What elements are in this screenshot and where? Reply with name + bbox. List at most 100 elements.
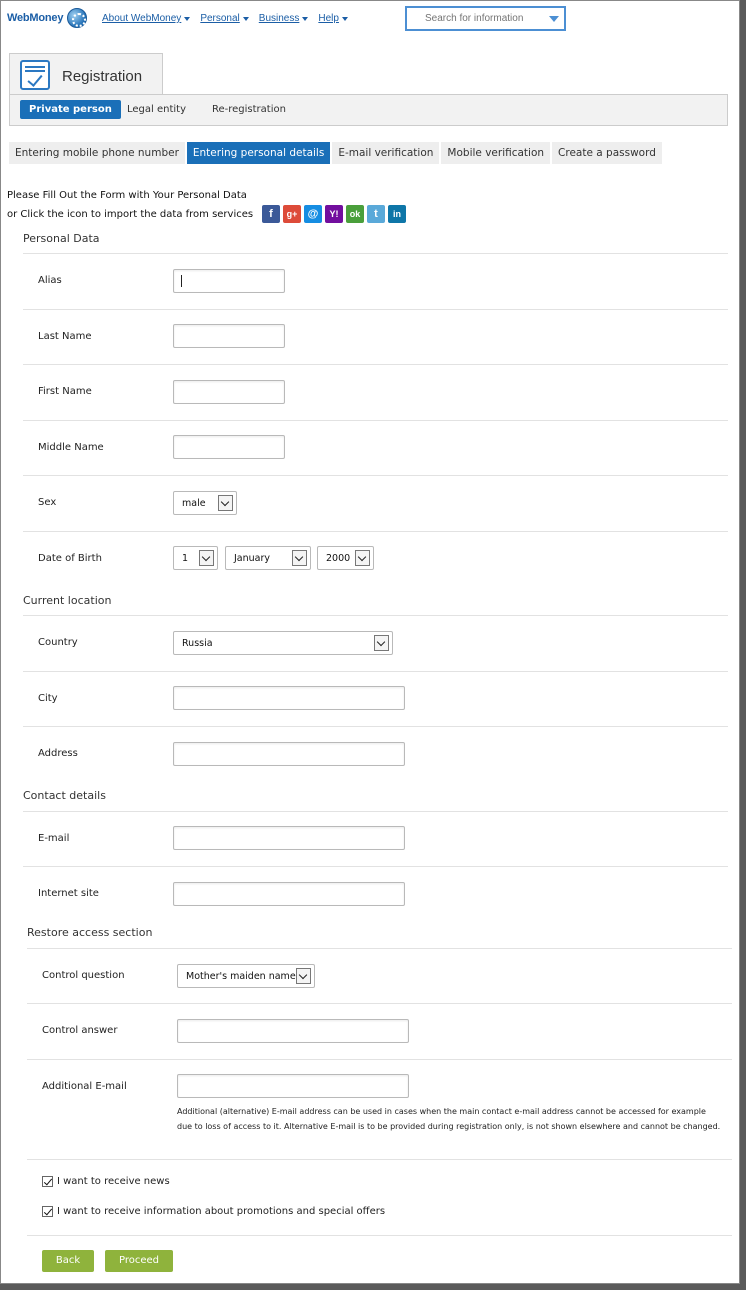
country-select[interactable]: Russia — [173, 631, 393, 655]
step-personal-details: Entering personal details — [186, 142, 331, 164]
divider — [23, 811, 728, 812]
menu-help-label: Help — [318, 13, 339, 24]
control-question-label: Control question — [42, 970, 125, 981]
sex-value: male — [182, 498, 206, 509]
address-label: Address — [38, 748, 78, 759]
registration-steps: Entering mobile phone number Entering pe… — [9, 142, 662, 164]
step-email-verification: E-mail verification — [332, 142, 440, 164]
twitter-icon[interactable]: t — [367, 205, 385, 223]
alias-input[interactable] — [173, 269, 285, 293]
dob-day-value: 1 — [182, 553, 189, 564]
menu-about-label: About WebMoney — [102, 13, 182, 24]
country-value: Russia — [182, 638, 213, 649]
menu-about[interactable]: About WebMoney — [102, 13, 191, 24]
email-label: E-mail — [38, 833, 70, 844]
section-current-location: Current location — [23, 594, 112, 607]
promo-checkbox[interactable] — [42, 1206, 53, 1217]
page-title: Registration — [62, 68, 143, 85]
step-mobile-verification: Mobile verification — [441, 142, 551, 164]
social-import-icons: f g+ @ Y! ok t in — [262, 205, 406, 223]
search-dropdown-icon[interactable] — [549, 16, 559, 22]
alias-label: Alias — [38, 275, 62, 286]
dob-month-value: January — [234, 553, 271, 564]
divider — [23, 671, 728, 672]
section-restore-access: Restore access section — [27, 926, 153, 939]
divider — [23, 309, 728, 310]
tab-legal-entity[interactable]: Legal entity — [118, 100, 195, 119]
chevron-down-icon — [199, 550, 214, 566]
back-button[interactable]: Back — [42, 1250, 94, 1272]
dob-year-select[interactable]: 2000 — [317, 546, 374, 570]
divider — [27, 1159, 732, 1160]
sex-select[interactable]: male — [173, 491, 237, 515]
middle-name-input[interactable] — [173, 435, 285, 459]
middle-name-label: Middle Name — [38, 442, 104, 453]
chevron-down-icon — [355, 550, 370, 566]
section-personal-data: Personal Data — [23, 232, 100, 245]
news-checkbox[interactable] — [42, 1176, 53, 1187]
chevron-down-icon — [242, 16, 249, 21]
control-question-select[interactable]: Mother's maiden name — [177, 964, 315, 988]
step-mobile-number: Entering mobile phone number — [9, 142, 185, 164]
tab-private-person[interactable]: Private person — [20, 100, 121, 119]
divider — [23, 475, 728, 476]
chevron-down-icon — [296, 968, 311, 984]
divider — [23, 615, 728, 616]
chevron-down-icon — [218, 495, 233, 511]
divider — [23, 420, 728, 421]
chevron-down-icon — [302, 16, 309, 21]
promo-checkbox-label: I want to receive information about prom… — [57, 1206, 386, 1217]
myworld-icon[interactable]: @ — [304, 205, 322, 223]
country-label: Country — [38, 637, 78, 648]
divider — [27, 1003, 732, 1004]
news-checkbox-label: I want to receive news — [57, 1176, 170, 1187]
proceed-button[interactable]: Proceed — [105, 1250, 173, 1272]
divider — [27, 948, 732, 949]
city-label: City — [38, 693, 58, 704]
main-menu: About WebMoney Personal Business Help — [102, 13, 348, 24]
chevron-down-icon — [184, 16, 191, 21]
top-navigation: WebMoney About WebMoney Personal Busines… — [1, 1, 739, 35]
additional-email-input[interactable] — [177, 1074, 409, 1098]
chevron-down-icon — [341, 16, 348, 21]
dob-year-value: 2000 — [326, 553, 351, 564]
email-input[interactable] — [173, 826, 405, 850]
facebook-icon[interactable]: f — [262, 205, 280, 223]
menu-business[interactable]: Business — [259, 13, 309, 24]
divider — [23, 364, 728, 365]
control-answer-label: Control answer — [42, 1025, 118, 1036]
control-question-value: Mother's maiden name — [186, 971, 296, 982]
divider — [23, 726, 728, 727]
webmoney-logo[interactable]: WebMoney — [7, 7, 88, 29]
internet-site-input[interactable] — [173, 882, 405, 906]
page-frame: WebMoney About WebMoney Personal Busines… — [0, 0, 740, 1284]
search-input[interactable] — [407, 8, 542, 29]
registration-tab: Registration — [9, 53, 163, 95]
dob-month-select[interactable]: January — [225, 546, 311, 570]
additional-email-note: Additional (alternative) E-mail address … — [177, 1107, 721, 1131]
internet-site-label: Internet site — [38, 888, 99, 899]
first-name-label: First Name — [38, 386, 92, 397]
menu-personal[interactable]: Personal — [200, 13, 249, 24]
linkedin-icon[interactable]: in — [388, 205, 406, 223]
globe-icon — [67, 8, 88, 28]
menu-business-label: Business — [258, 13, 300, 24]
step-create-password: Create a password — [552, 142, 662, 164]
control-answer-input[interactable] — [177, 1019, 409, 1043]
yahoo-icon[interactable]: Y! — [325, 205, 343, 223]
google-icon[interactable]: g+ — [283, 205, 301, 223]
first-name-input[interactable] — [173, 380, 285, 404]
intro-text: Please Fill Out the Form with Your Perso… — [7, 190, 247, 201]
registration-subtabs: Private person Legal entity Re-registrat… — [9, 94, 728, 126]
city-input[interactable] — [173, 686, 405, 710]
search-box — [405, 6, 566, 31]
section-contact-details: Contact details — [23, 789, 106, 802]
dob-day-select[interactable]: 1 — [173, 546, 218, 570]
tab-re-registration[interactable]: Re-registration — [203, 100, 295, 119]
odnoklassniki-icon[interactable]: ok — [346, 205, 364, 223]
menu-help[interactable]: Help — [318, 13, 348, 24]
divider — [27, 1059, 732, 1060]
last-name-input[interactable] — [173, 324, 285, 348]
address-input[interactable] — [173, 742, 405, 766]
text-cursor — [181, 275, 182, 287]
